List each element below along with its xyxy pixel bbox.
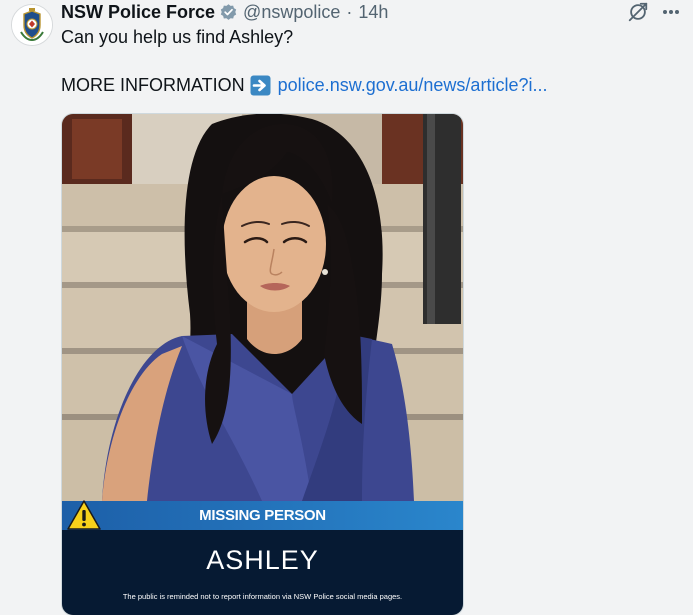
separator-dot: · (346, 1, 353, 22)
missing-person-banner: MISSING PERSON (62, 501, 463, 530)
missing-person-name: ASHLEY (206, 545, 319, 575)
handle[interactable]: @nswpolice (243, 2, 340, 23)
display-name[interactable]: NSW Police Force (61, 2, 215, 23)
grok-icon[interactable] (627, 1, 649, 23)
tweet-header: NSW Police Force @nswpolice · 14h (61, 1, 388, 23)
avatar[interactable] (11, 4, 53, 46)
banner-label: MISSING PERSON (199, 507, 326, 524)
warning-triangle-icon (67, 500, 101, 530)
tweet-text-line1: Can you help us find Ashley? (61, 27, 294, 47)
right-arrow-emoji-icon (250, 75, 271, 96)
verified-badge-icon (219, 3, 238, 22)
tweet-text-line2: MORE INFORMATION police.nsw.gov.au/news/… (61, 75, 547, 96)
more-options-icon[interactable] (660, 2, 682, 22)
more-information-label: MORE INFORMATION (61, 75, 245, 95)
poster-disclaimer: The public is reminded not to report inf… (122, 592, 403, 601)
article-link[interactable]: police.nsw.gov.au/news/article?i... (278, 75, 548, 96)
timestamp[interactable]: 14h (358, 2, 388, 23)
tweet[interactable]: NSW Police Force @nswpolice · 14h Can yo… (0, 0, 693, 615)
poster-info-panel: ASHLEY The public is reminded not to rep… (62, 530, 463, 615)
tweet-media-image[interactable]: MISSING PERSON ASHLEY The public is remi… (61, 113, 464, 615)
nsw-police-crest-icon (12, 5, 52, 45)
